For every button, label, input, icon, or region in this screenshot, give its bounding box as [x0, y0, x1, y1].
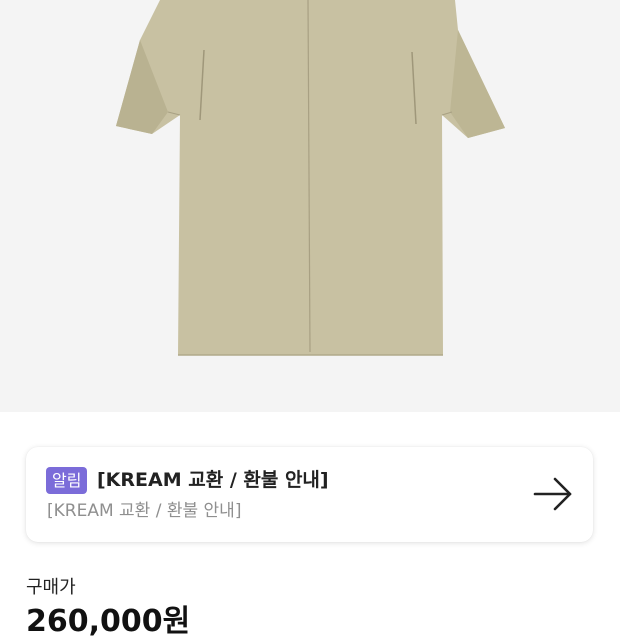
notice-title: [KREAM 교환 / 환불 안내] — [97, 469, 329, 491]
notice-badge: 알림 — [46, 467, 88, 494]
notice-card[interactable]: 알림 [KREAM 교환 / 환불 안내] [KREAM 교환 / 환불 안내] — [26, 447, 593, 542]
notice-subtitle: [KREAM 교환 / 환불 안내] — [47, 501, 242, 521]
price-value: 260,000원 — [26, 604, 191, 639]
price-label: 구매가 — [26, 577, 76, 598]
product-image — [0, 0, 620, 412]
coat-image — [116, 0, 505, 356]
arrow-right-icon[interactable] — [533, 476, 573, 512]
